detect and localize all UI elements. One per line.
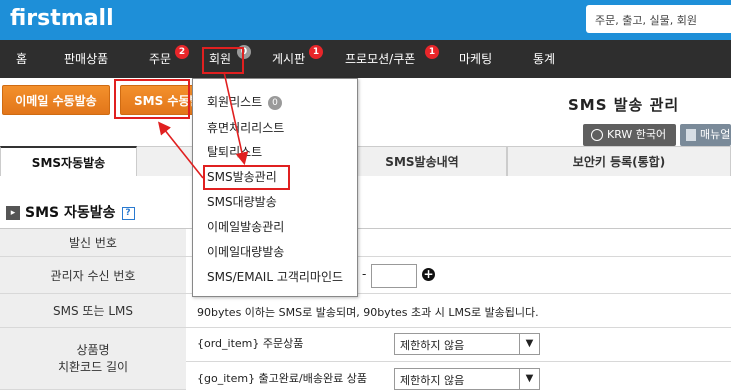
menu-item-email-bulk[interactable]: 이메일대량발송 — [207, 243, 284, 260]
sms-lms-label: SMS 또는 LMS — [0, 294, 186, 328]
email-manual-send-button[interactable]: 이메일 수동발송 — [2, 85, 110, 115]
ord-item-length-select[interactable]: 제한하지 않음 ▼ — [394, 333, 540, 355]
language-button[interactable]: KRW 한국어 — [583, 124, 676, 146]
admin-phone-input[interactable] — [371, 264, 417, 288]
globe-icon — [591, 129, 603, 141]
nav-item-stats[interactable]: 통계 — [533, 40, 555, 78]
go-item-length-select[interactable]: 제한하지 않음 ▼ — [394, 368, 540, 390]
nav-item-orders[interactable]: 주문 — [149, 40, 171, 78]
manual-label: 매뉴얼 — [700, 128, 731, 141]
section-marker-icon: ▸ — [6, 206, 20, 220]
language-label: KRW 한국어 — [607, 128, 667, 141]
nav-item-marketing[interactable]: 마케팅 — [459, 40, 492, 78]
tab-security-key[interactable]: 보안키 등록(통합) — [507, 146, 731, 176]
top-bar: firstmall 주문, 출고, 실물, 회원 — [0, 0, 731, 40]
board-badge: 1 — [309, 45, 323, 59]
menu-item-sms-bulk[interactable]: SMS대량발송 — [207, 193, 277, 210]
member-count-badge: 0 — [268, 95, 283, 110]
tab-sms-auto[interactable]: SMS자동발송 — [0, 146, 137, 176]
logo[interactable]: firstmall — [10, 6, 114, 31]
menu-item-label: 회원리스트 — [207, 95, 263, 109]
label-line-2: 치환코드 길이 — [57, 359, 129, 374]
tab-bar: SMS자동발송 SMS발송내역 보안키 등록(통합) — [0, 146, 731, 176]
sms-lms-description: 90bytes 이하는 SMS로 발송되며, 90bytes 초과 시 LMS로… — [186, 294, 731, 328]
go-item-code: {go_item} 출고완료/배송완료 상품 — [197, 372, 367, 385]
go-item-select-value: 제한하지 않음 — [400, 374, 465, 387]
menu-item-member-list[interactable]: 회원리스트 0 — [207, 93, 283, 110]
nav-item-home[interactable]: 홈 — [16, 40, 27, 78]
nav-item-board[interactable]: 게시판 — [272, 40, 305, 78]
product-name-length-label: 상품명 치환코드 길이 — [0, 328, 186, 390]
menu-item-email-management[interactable]: 이메일발송관리 — [207, 218, 284, 235]
ord-item-code: {ord_item} 주문상품 — [197, 337, 304, 350]
chevron-down-icon: ▼ — [519, 369, 539, 389]
search-input[interactable]: 주문, 출고, 실물, 회원 — [586, 5, 731, 33]
sms-button-highlight-box — [114, 79, 190, 119]
book-icon — [686, 129, 696, 141]
sender-number-label: 발신 번호 — [0, 229, 186, 257]
add-number-icon[interactable]: + — [422, 268, 435, 281]
main-nav: 홈 판매상품 주문 2 회원 0 게시판 1 프로모션/쿠폰 1 마케팅 통계 — [0, 40, 731, 78]
sms-management-highlight-box — [203, 165, 290, 190]
menu-item-dormant-list[interactable]: 휴면처리리스트 — [207, 119, 284, 136]
promotion-badge: 1 — [425, 45, 439, 59]
chevron-down-icon: ▼ — [519, 334, 539, 354]
help-icon[interactable]: ? — [121, 206, 135, 220]
manual-button[interactable]: 매뉴얼 — [680, 124, 731, 146]
sub-divider — [186, 361, 731, 362]
menu-item-withdrawal-list[interactable]: 탈퇴리스트 — [207, 143, 262, 160]
ord-item-select-value: 제한하지 않음 — [400, 339, 465, 352]
nav-item-products[interactable]: 판매상품 — [64, 40, 108, 78]
phone-dash: - — [362, 267, 367, 281]
admin-receive-label: 관리자 수신 번호 — [0, 257, 186, 294]
section-title: ▸ SMS 자동발송? — [6, 202, 135, 222]
members-highlight-box — [202, 47, 244, 74]
nav-item-promotion[interactable]: 프로모션/쿠폰 — [345, 40, 415, 78]
page-title: SMS 발송 관리 — [568, 96, 680, 114]
section-title-text: SMS 자동발송 — [25, 205, 116, 221]
orders-badge: 2 — [175, 45, 189, 59]
menu-item-remind[interactable]: SMS/EMAIL 고객리마인드 — [207, 268, 343, 285]
tab-sms-history[interactable]: SMS발송내역 — [337, 146, 507, 176]
label-line-1: 상품명 — [76, 342, 110, 357]
